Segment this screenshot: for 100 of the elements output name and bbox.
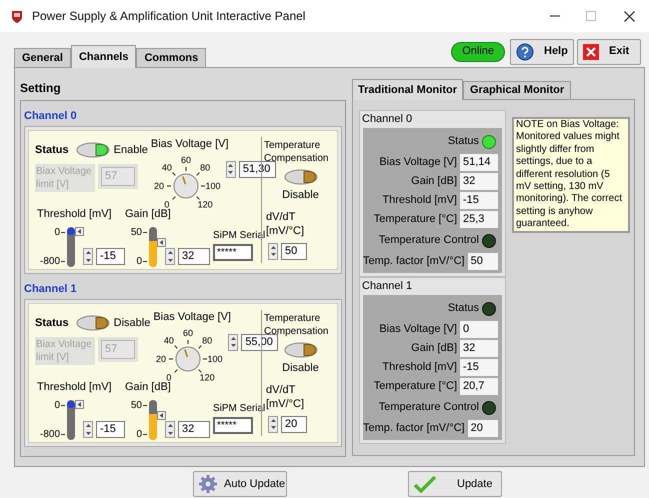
spin-buttons[interactable] xyxy=(83,248,93,265)
auto-update-button[interactable]: Auto Update xyxy=(193,471,287,497)
indicator-label: Threshold [mV] xyxy=(382,360,457,376)
tick-label: 40 xyxy=(164,335,174,346)
slider-label: Threshold [mV] xyxy=(37,380,113,394)
spin-buttons[interactable] xyxy=(165,248,175,265)
status-text: Enable xyxy=(114,142,148,158)
indicator-label: Status xyxy=(448,301,479,316)
numeric-field[interactable]: -15 xyxy=(96,421,125,438)
help-icon xyxy=(516,42,534,60)
spin-buttons[interactable] xyxy=(228,334,238,350)
indicator-label: Temp. factor [mV/°C] xyxy=(363,421,465,436)
spin-buttons[interactable] xyxy=(83,421,93,438)
readout-field: -15 xyxy=(460,359,498,376)
toggle-switch[interactable] xyxy=(284,342,318,358)
readout-field: 51,14 xyxy=(460,154,498,171)
spin-buttons[interactable] xyxy=(165,421,175,438)
tick-label: 120 xyxy=(200,372,215,382)
tick-label: 0 xyxy=(166,372,172,382)
readout-field: 20,7 xyxy=(460,378,498,395)
numeric-field[interactable]: 20 xyxy=(281,416,307,432)
dv-dt-label: dV/dT [mV/°C] xyxy=(266,382,306,410)
close-icon xyxy=(624,10,634,22)
tick-label: 80 xyxy=(202,335,212,346)
slider-pointer[interactable] xyxy=(157,411,166,420)
spin-buttons[interactable] xyxy=(226,160,236,178)
indicator-label: Temperature [°C] xyxy=(374,379,457,394)
tab[interactable]: Commons xyxy=(136,48,206,67)
numeric-field[interactable]: 32 xyxy=(178,248,210,265)
tab[interactable]: General xyxy=(14,48,71,67)
channel-title: Channel 0 xyxy=(24,108,78,124)
group-title: Channel 1 xyxy=(361,279,414,294)
slider-pointer[interactable] xyxy=(75,400,84,409)
numeric-field[interactable]: 51,30 xyxy=(238,160,276,178)
readout-field: 50 xyxy=(468,253,498,270)
tick-label: 60 xyxy=(183,328,194,338)
slider-track[interactable] xyxy=(67,400,75,440)
tick-label: 80 xyxy=(200,162,210,172)
tab[interactable]: Graphical Monitor xyxy=(463,81,572,99)
slider-pointer[interactable] xyxy=(75,226,84,236)
readout-field: 0 xyxy=(460,321,498,338)
tab[interactable]: Channels xyxy=(70,45,136,68)
section-heading: Setting xyxy=(20,80,62,97)
numeric-field[interactable]: 50 xyxy=(281,242,307,260)
bias-limit-label: Biax Voltage limit [V] xyxy=(35,164,95,192)
channel-title: Channel 1 xyxy=(24,282,78,296)
close-icon xyxy=(583,44,599,60)
slider-thumb[interactable] xyxy=(67,228,75,235)
scale-label: 50 xyxy=(130,227,142,238)
gear-icon xyxy=(198,474,218,494)
tab[interactable]: Traditional Monitor xyxy=(352,79,463,100)
indicator-label: Temperature Control xyxy=(378,400,479,416)
spin-buttons[interactable] xyxy=(268,242,278,260)
numeric-field[interactable]: -15 xyxy=(96,248,125,265)
bias-limit-label: Biax Voltage limit [V] xyxy=(35,337,95,365)
indicator-label: Gain [dB] xyxy=(411,341,457,356)
toggle-switch[interactable] xyxy=(76,315,110,331)
slider-label: Gain [dB] xyxy=(125,208,172,221)
indicator-label: Gain [dB] xyxy=(411,174,457,190)
numeric-field[interactable]: 32 xyxy=(178,421,210,438)
scale-label: 50 xyxy=(130,400,142,411)
slider-track[interactable] xyxy=(67,227,75,267)
toggle-switch[interactable] xyxy=(76,142,110,158)
status-label: Status xyxy=(35,142,69,158)
knob[interactable] xyxy=(173,173,198,198)
readout-field: 32 xyxy=(460,340,498,357)
slider-thumb[interactable] xyxy=(67,400,75,408)
tick-label: 20 xyxy=(156,354,166,364)
tick-label: 100 xyxy=(205,180,220,190)
readout-field: -15 xyxy=(460,192,498,209)
slider-track[interactable] xyxy=(149,400,157,440)
status-text: Disable xyxy=(114,316,150,331)
scale-label: -800 xyxy=(40,256,60,267)
serial-field[interactable]: ***** xyxy=(213,244,253,261)
note-text: NOTE on Bias Voltage: Monitored values might slightly differ from settings, due to a different resolution (5 mV setting, 130 mV monitoring). The correct setting is anyhow guaranteed. xyxy=(512,117,630,233)
slider-pointer[interactable] xyxy=(157,238,166,248)
serial-field[interactable]: ***** xyxy=(213,417,253,434)
indicator-label: Status xyxy=(448,134,479,150)
help-button[interactable]: Help xyxy=(510,38,574,64)
toggle-switch[interactable] xyxy=(284,169,318,185)
scale-label: 0 xyxy=(54,400,60,411)
slider-track[interactable] xyxy=(149,227,157,267)
indicator-label: Bias Voltage [V] xyxy=(379,322,457,338)
indicator-label: Bias Voltage [V] xyxy=(379,155,457,170)
tick-label: 40 xyxy=(162,162,172,172)
status-label: Status xyxy=(35,316,69,331)
knob[interactable] xyxy=(176,346,201,371)
maximize-icon xyxy=(586,11,596,21)
scale-label: -800 xyxy=(40,429,60,440)
exit-button[interactable]: Exit xyxy=(577,38,641,64)
scale-label: 0 xyxy=(136,429,142,440)
bias-limit-field: 57 xyxy=(101,340,135,359)
indicator-label: Temp. factor [mV/°C] xyxy=(363,254,465,270)
readout-field: 25,3 xyxy=(460,211,498,228)
slider-label: Threshold [mV] xyxy=(37,207,113,221)
update-button[interactable]: Update xyxy=(408,471,502,497)
indicator-label: Threshold [mV] xyxy=(382,193,457,208)
dv-dt-label: dV/dT [mV/°C] xyxy=(266,210,306,238)
tick-label: 0 xyxy=(164,198,170,209)
spin-buttons[interactable] xyxy=(268,416,278,432)
